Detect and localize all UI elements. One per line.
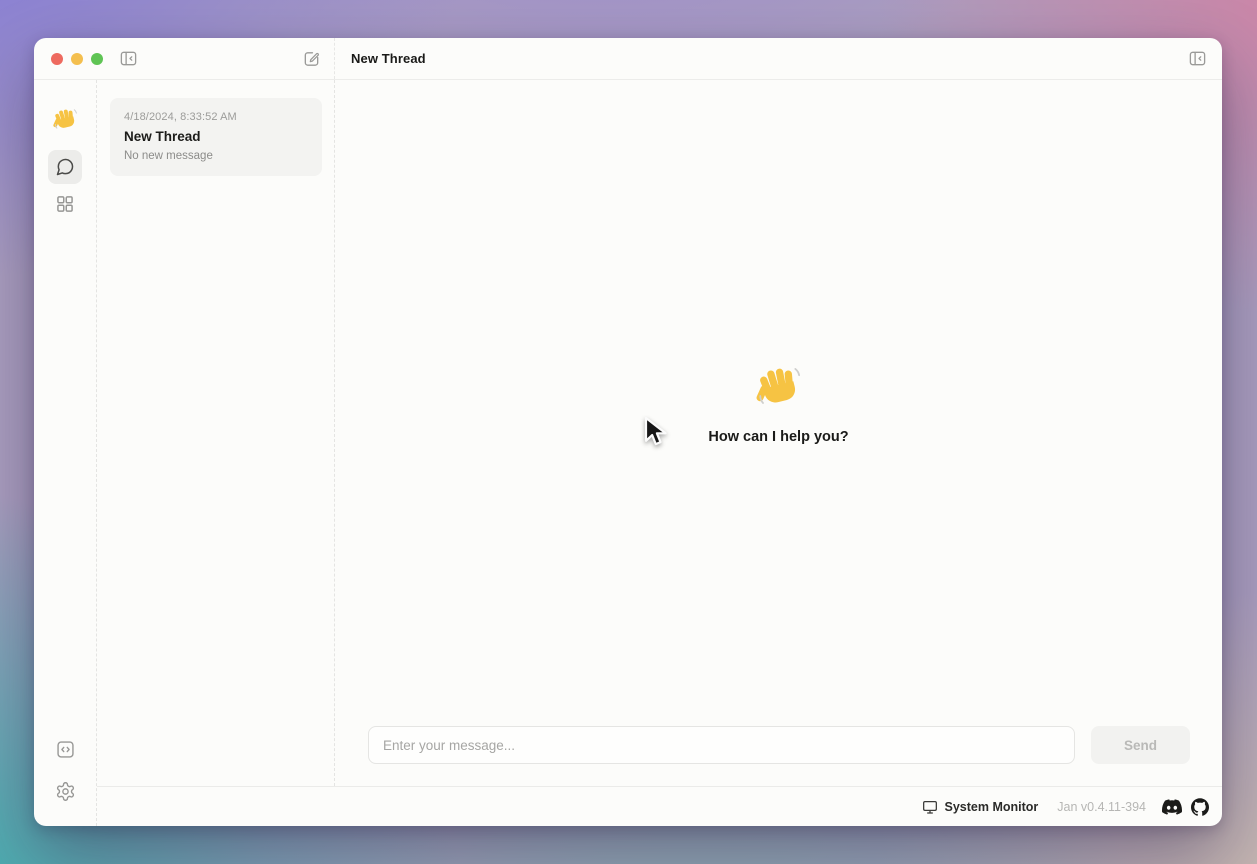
greeting-text: How can I help you? [708,429,848,445]
chat-bubble-icon [55,157,75,177]
code-square-icon [55,739,76,760]
thread-preview: No new message [124,150,308,162]
thread-list: 4/18/2024, 8:33:52 AM New Thread No new … [97,80,335,786]
right-region: 4/18/2024, 8:33:52 AM New Thread No new … [97,80,1222,826]
rail-bottom-group [48,735,82,805]
thread-list-item[interactable]: 4/18/2024, 8:33:52 AM New Thread No new … [110,98,322,176]
system-monitor-button[interactable]: System Monitor [922,799,1039,815]
thread-timestamp: 4/18/2024, 8:33:52 AM [124,111,308,123]
sidebar-item-threads[interactable] [48,150,82,184]
title-bar-left [34,38,335,79]
title-bar-main: New Thread [335,38,1222,79]
title-bar: New Thread [34,38,1222,80]
left-rail [34,80,97,826]
discord-icon[interactable] [1162,797,1182,817]
system-monitor-label: System Monitor [945,800,1039,814]
grid-icon [55,194,75,214]
wave-hand-icon [754,362,804,412]
close-window-button[interactable] [51,53,63,65]
thread-title: New Thread [124,129,308,144]
github-icon[interactable] [1191,798,1209,816]
sidebar-item-hub[interactable] [48,187,82,221]
zoom-window-button[interactable] [91,53,103,65]
collapse-right-panel-icon[interactable] [1188,49,1207,68]
app-version: Jan v0.4.11-394 [1057,800,1146,814]
status-bar: System Monitor Jan v0.4.11-394 [97,786,1222,826]
chat-main: How can I help you? Send [335,80,1222,786]
composer: Send [335,726,1222,786]
settings-button[interactable] [48,777,82,805]
wave-hand-logo-icon [52,106,79,133]
send-button[interactable]: Send [1091,726,1190,764]
local-api-server-button[interactable] [48,735,82,763]
traffic-lights [51,53,103,65]
monitor-icon [922,799,938,815]
empty-state: How can I help you? [335,80,1222,726]
content-row: 4/18/2024, 8:33:52 AM New Thread No new … [97,80,1222,786]
collapse-left-panel-icon[interactable] [119,49,138,68]
app-window: New Thread [34,38,1222,826]
page-title: New Thread [351,51,426,66]
message-input[interactable] [368,726,1075,764]
new-thread-compose-icon[interactable] [302,49,321,68]
window-body: 4/18/2024, 8:33:52 AM New Thread No new … [34,80,1222,826]
gear-icon [55,781,76,802]
minimize-window-button[interactable] [71,53,83,65]
